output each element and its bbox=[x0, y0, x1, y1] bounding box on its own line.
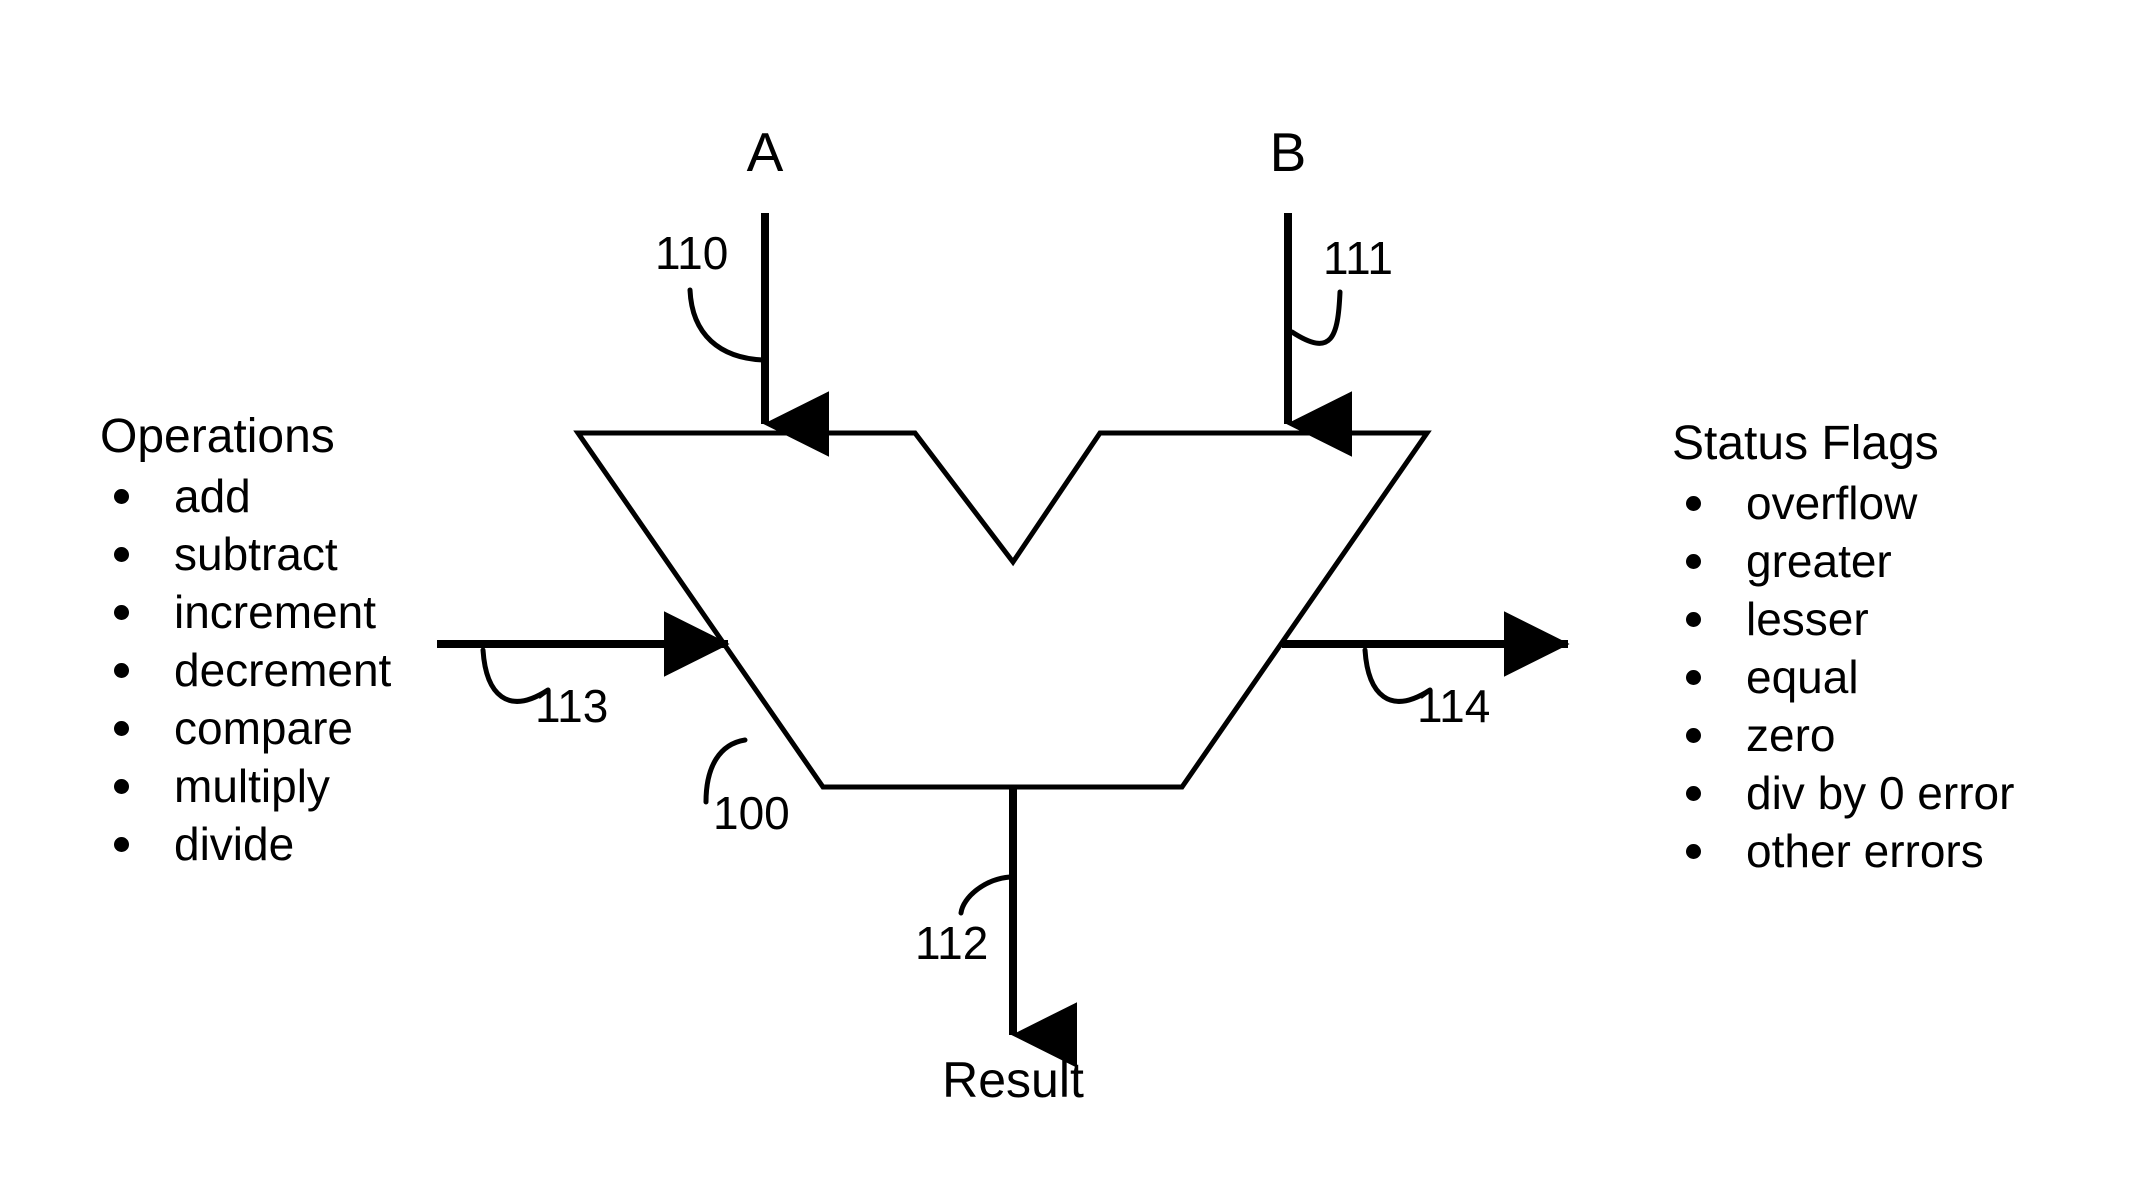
ref-numeral-110: 110 bbox=[655, 227, 729, 279]
ref-numeral-111: 111 bbox=[1323, 232, 1393, 284]
ref-numeral-112: 112 bbox=[915, 917, 989, 969]
list-item: subtract bbox=[100, 531, 391, 577]
operations-item-label: add bbox=[174, 470, 251, 522]
leader-line-111 bbox=[1289, 289, 1343, 346]
bullet-icon bbox=[1686, 496, 1701, 511]
operations-item-label: compare bbox=[174, 702, 353, 754]
list-item: zero bbox=[1672, 712, 2014, 758]
bullet-icon bbox=[1686, 612, 1701, 627]
input-b-label: B bbox=[1269, 121, 1307, 183]
operations-item-label: multiply bbox=[174, 760, 330, 812]
operations-heading: Operations bbox=[100, 410, 335, 463]
list-item: add bbox=[100, 473, 391, 519]
ref-numeral-114: 114 bbox=[1417, 680, 1491, 732]
alu-body-shape bbox=[573, 430, 1432, 790]
result-label: Result bbox=[942, 1052, 1084, 1108]
status-flags-list: overflow greater lesser equal zero div b… bbox=[1672, 480, 2014, 874]
status-flags-list-block: Status Flags overflow greater lesser equ… bbox=[1672, 420, 2014, 886]
list-item: multiply bbox=[100, 763, 391, 809]
status-flag-item-label: div by 0 error bbox=[1746, 767, 2015, 819]
bullet-icon bbox=[114, 837, 129, 852]
status-flag-item-label: overflow bbox=[1746, 477, 1918, 529]
bullet-icon bbox=[1686, 844, 1701, 859]
bullet-icon bbox=[1686, 554, 1701, 569]
list-item: div by 0 error bbox=[1672, 770, 2014, 816]
list-item: equal bbox=[1672, 654, 2014, 700]
leader-line-110 bbox=[687, 287, 766, 363]
operations-list-block: Operations add subtract increment decrem… bbox=[100, 413, 391, 879]
leader-line-112 bbox=[958, 874, 1013, 916]
list-item: increment bbox=[100, 589, 391, 635]
operations-item-label: decrement bbox=[174, 644, 392, 696]
status-flag-item-label: equal bbox=[1746, 651, 1859, 703]
operations-item-label: increment bbox=[174, 586, 376, 638]
list-item: overflow bbox=[1672, 480, 2014, 526]
input-a-label: A bbox=[746, 121, 784, 183]
list-item: decrement bbox=[100, 647, 391, 693]
bullet-icon bbox=[1686, 786, 1701, 801]
bullet-icon bbox=[114, 663, 129, 678]
list-item: lesser bbox=[1672, 596, 2014, 642]
list-item: compare bbox=[100, 705, 391, 751]
list-item: other errors bbox=[1672, 828, 2014, 874]
ref-numeral-113: 113 bbox=[535, 680, 609, 732]
operations-item-label: divide bbox=[174, 818, 295, 870]
bullet-icon bbox=[1686, 670, 1701, 685]
status-flag-item-label: zero bbox=[1746, 709, 1836, 761]
operations-list: add subtract increment decrement compare… bbox=[100, 473, 391, 867]
status-flag-item-label: lesser bbox=[1746, 593, 1869, 645]
diagram-page: A B Result 110 111 113 114 100 112 Opera… bbox=[0, 0, 2138, 1188]
status-flags-heading: Status Flags bbox=[1672, 417, 1939, 470]
list-item: greater bbox=[1672, 538, 2014, 584]
status-flag-item-label: greater bbox=[1746, 535, 1892, 587]
bullet-icon bbox=[1686, 728, 1701, 743]
status-flag-item-label: other errors bbox=[1746, 825, 1984, 877]
bullet-icon bbox=[114, 489, 129, 504]
ref-numeral-100: 100 bbox=[713, 787, 790, 839]
bullet-icon bbox=[114, 779, 129, 794]
bullet-icon bbox=[114, 605, 129, 620]
operations-item-label: subtract bbox=[174, 528, 338, 580]
bullet-icon bbox=[114, 721, 129, 736]
list-item: divide bbox=[100, 821, 391, 867]
bullet-icon bbox=[114, 547, 129, 562]
